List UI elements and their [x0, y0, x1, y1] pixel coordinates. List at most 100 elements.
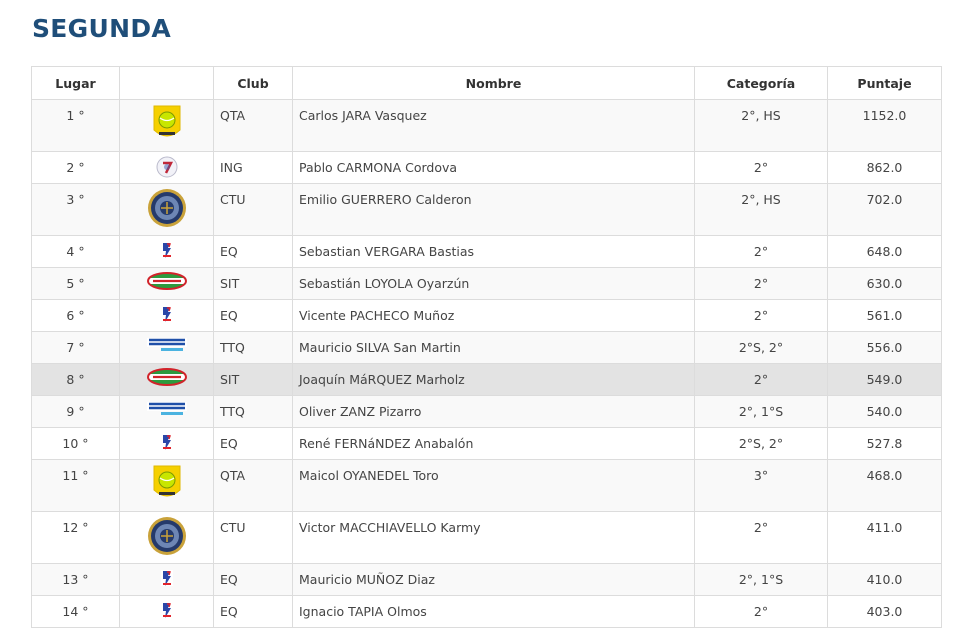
cell-club-logo [119, 395, 214, 428]
cell-categoria: 2° [694, 267, 828, 300]
ing-logo-icon [156, 156, 178, 181]
cell-nombre: Vicente PACHECO Muñoz [292, 299, 695, 332]
header-row: Lugar Club Nombre Categoría Puntaje [31, 66, 942, 100]
cell-puntaje: 862.0 [827, 151, 942, 184]
table-row[interactable]: 6 ° EQ Vicente PACHECO Muñoz 2° 561.0 [31, 299, 942, 332]
cell-club: EQ [213, 235, 293, 268]
cell-lugar: 7 ° [31, 331, 120, 364]
ctu-logo-icon [147, 516, 187, 559]
ranking-table: Lugar Club Nombre Categoría Puntaje 1 ° Q… [31, 66, 942, 628]
table-row[interactable]: 11 ° QTA Maicol OYANEDEL Toro 3° 468.0 [31, 459, 942, 512]
cell-club-logo [119, 363, 214, 396]
cell-lugar: 13 ° [31, 563, 120, 596]
cell-club-logo [119, 331, 214, 364]
cell-puntaje: 1152.0 [827, 99, 942, 152]
cell-puntaje: 403.0 [827, 595, 942, 628]
table-row[interactable]: 5 ° SIT Sebastián LOYOLA Oyarzún 2° 630.0 [31, 267, 942, 300]
cell-categoria: 2° [694, 363, 828, 396]
cell-categoria: 2°, 1°S [694, 395, 828, 428]
cell-nombre: Sebastian VERGARA Bastias [292, 235, 695, 268]
cell-lugar: 8 ° [31, 363, 120, 396]
header-nombre[interactable]: Nombre [292, 66, 695, 100]
cell-lugar: 10 ° [31, 427, 120, 460]
cell-categoria: 2°S, 2° [694, 331, 828, 364]
cell-club: EQ [213, 563, 293, 596]
cell-nombre: Pablo CARMONA Cordova [292, 151, 695, 184]
eq-logo-icon [158, 304, 176, 327]
header-lugar[interactable]: Lugar [31, 66, 120, 100]
header-puntaje[interactable]: Puntaje [827, 66, 942, 100]
cell-puntaje: 648.0 [827, 235, 942, 268]
cell-categoria: 2° [694, 595, 828, 628]
table-row[interactable]: 13 ° EQ Mauricio MUÑOZ Diaz 2°, 1°S 410.0 [31, 563, 942, 596]
header-club[interactable]: Club [213, 66, 293, 100]
eq-logo-icon [158, 432, 176, 455]
cell-categoria: 2° [694, 235, 828, 268]
cell-nombre: Oliver ZANZ Pizarro [292, 395, 695, 428]
cell-club-logo [119, 299, 214, 332]
cell-nombre: Joaquín MáRQUEZ Marholz [292, 363, 695, 396]
cell-puntaje: 702.0 [827, 183, 942, 236]
cell-categoria: 2°S, 2° [694, 427, 828, 460]
cell-lugar: 11 ° [31, 459, 120, 512]
cell-club: TTQ [213, 395, 293, 428]
cell-club: QTA [213, 99, 293, 152]
ttq-logo-icon [146, 400, 187, 419]
cell-club: SIT [213, 267, 293, 300]
table-row[interactable]: 10 ° EQ René FERNáNDEZ Anabalón 2°S, 2° 527.… [31, 427, 942, 460]
table-body: 1 ° QTA Carlos JARA Vasquez 2°, HS 1152.0 2 °… [31, 99, 942, 628]
cell-categoria: 2°, HS [694, 183, 828, 236]
cell-lugar: 3 ° [31, 183, 120, 236]
cell-club: EQ [213, 595, 293, 628]
cell-puntaje: 540.0 [827, 395, 942, 428]
cell-categoria: 2°, 1°S [694, 563, 828, 596]
cell-club-logo [119, 511, 214, 564]
cell-nombre: Victor MACCHIAVELLO Karmy [292, 511, 695, 564]
table-row[interactable]: 7 ° TTQ Mauricio SILVA San Martin 2°S, 2° 55… [31, 331, 942, 364]
table-row[interactable]: 4 ° EQ Sebastian VERGARA Bastias 2° 648.0 [31, 235, 942, 268]
cell-club-logo [119, 267, 214, 300]
cell-club: EQ [213, 299, 293, 332]
cell-club: ING [213, 151, 293, 184]
cell-puntaje: 549.0 [827, 363, 942, 396]
table-row[interactable]: 12 ° CTU Victor MACCHIAVELLO Karmy 2° 411.0 [31, 511, 942, 564]
table-row[interactable]: 8 ° SIT Joaquín MáRQUEZ Marholz 2° 549.0 [31, 363, 942, 396]
cell-puntaje: 468.0 [827, 459, 942, 512]
table-row[interactable]: 14 ° EQ Ignacio TAPIA Olmos 2° 403.0 [31, 595, 942, 628]
cell-club-logo [119, 563, 214, 596]
table-row[interactable]: 2 ° ING Pablo CARMONA Cordova 2° 862.0 [31, 151, 942, 184]
cell-nombre: Mauricio SILVA San Martin [292, 331, 695, 364]
table-row[interactable]: 3 ° CTU Emilio GUERRERO Calderon 2°, HS 702.… [31, 183, 942, 236]
sit-logo-icon [146, 272, 187, 293]
cell-club: TTQ [213, 331, 293, 364]
cell-club-logo [119, 99, 214, 152]
cell-categoria: 2° [694, 511, 828, 564]
table-header: Lugar Club Nombre Categoría Puntaje [31, 66, 942, 100]
cell-nombre: Maicol OYANEDEL Toro [292, 459, 695, 512]
cell-club-logo [119, 427, 214, 460]
cell-club: EQ [213, 427, 293, 460]
cell-club-logo [119, 459, 214, 512]
sit-logo-icon [146, 368, 187, 389]
table-row[interactable]: 1 ° QTA Carlos JARA Vasquez 2°, HS 1152.0 [31, 99, 942, 152]
cell-lugar: 9 ° [31, 395, 120, 428]
qta-logo-icon [151, 104, 183, 145]
eq-logo-icon [158, 600, 176, 623]
cell-puntaje: 630.0 [827, 267, 942, 300]
cell-nombre: Sebastián LOYOLA Oyarzún [292, 267, 695, 300]
header-categoria[interactable]: Categoría [694, 66, 828, 100]
cell-lugar: 5 ° [31, 267, 120, 300]
cell-lugar: 2 ° [31, 151, 120, 184]
cell-club-logo [119, 183, 214, 236]
cell-club-logo [119, 151, 214, 184]
qta-logo-icon [151, 464, 183, 505]
cell-nombre: Ignacio TAPIA Olmos [292, 595, 695, 628]
cell-puntaje: 527.8 [827, 427, 942, 460]
eq-logo-icon [158, 568, 176, 591]
cell-lugar: 1 ° [31, 99, 120, 152]
table-row[interactable]: 9 ° TTQ Oliver ZANZ Pizarro 2°, 1°S 540.0 [31, 395, 942, 428]
cell-club: QTA [213, 459, 293, 512]
eq-logo-icon [158, 240, 176, 263]
cell-lugar: 14 ° [31, 595, 120, 628]
cell-club-logo [119, 235, 214, 268]
